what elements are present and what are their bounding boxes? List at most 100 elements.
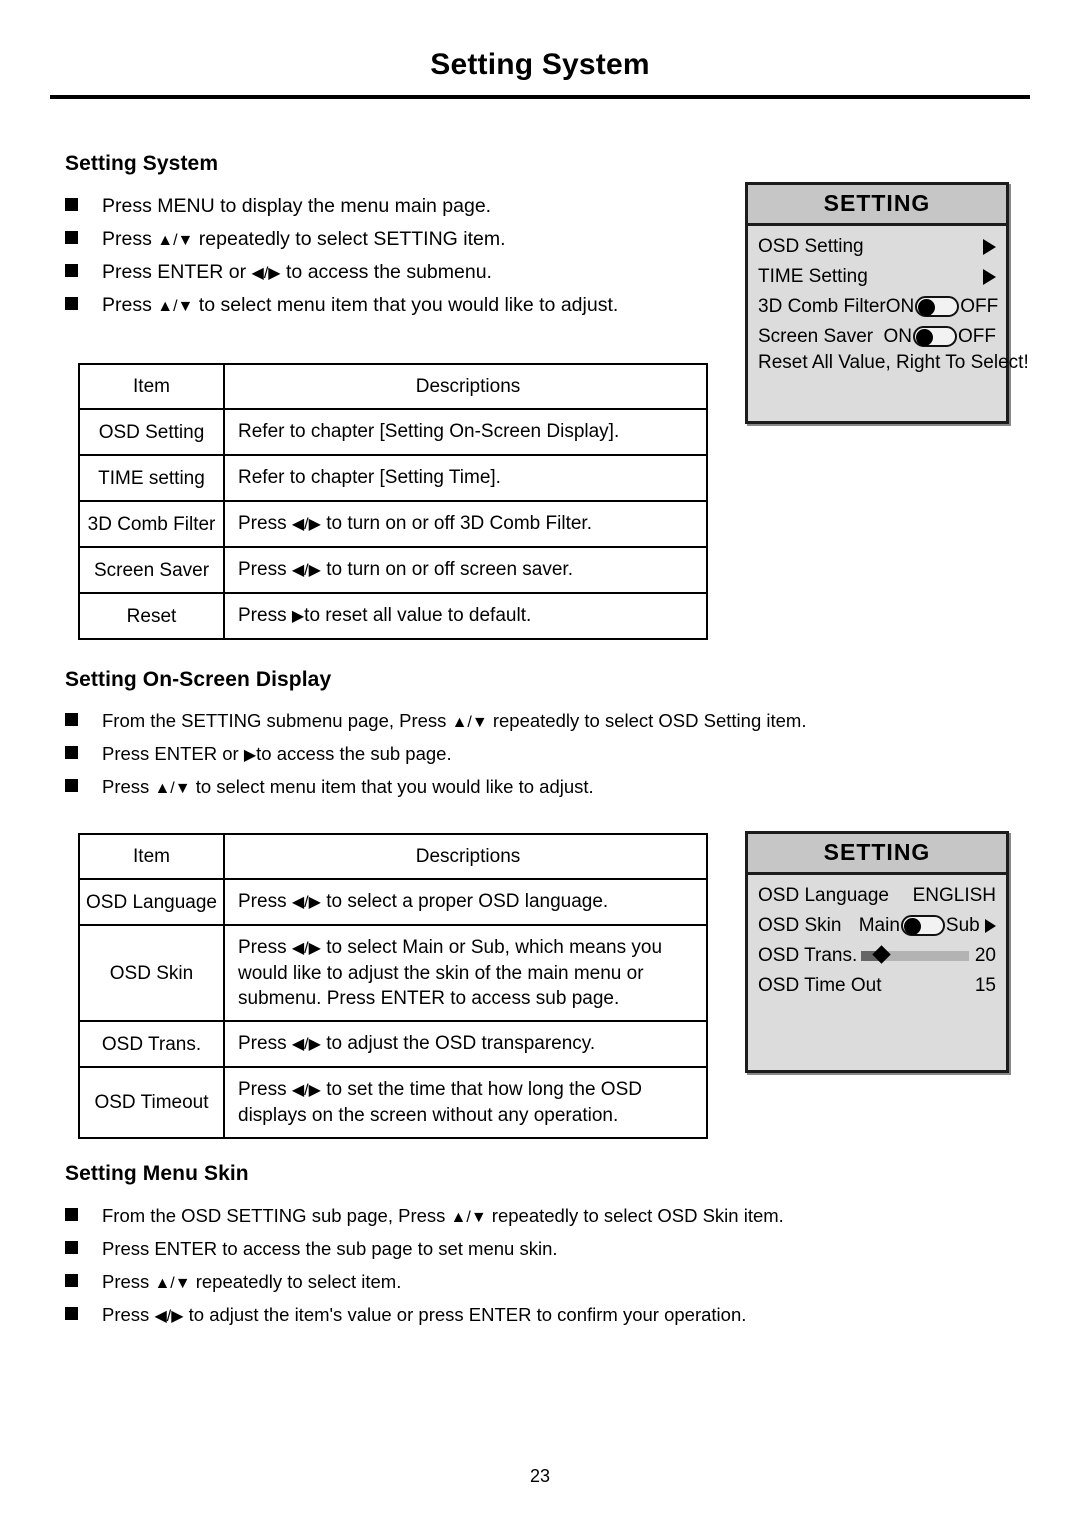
cell-item: TIME setting bbox=[78, 454, 225, 502]
osd-row-osd-time-out[interactable]: OSD Time Out 15 bbox=[758, 971, 996, 1001]
cell-description: Refer to chapter [Setting On-Screen Disp… bbox=[223, 408, 708, 456]
column-header-descriptions: Descriptions bbox=[223, 833, 708, 880]
table-row: OSD Skin Press ◀/▶ to select Main or Sub… bbox=[78, 924, 708, 1022]
dpad-glyph: ▲/▼ bbox=[451, 714, 488, 731]
cell-description: Press ◀/▶ to turn on or off 3D Comb Filt… bbox=[223, 500, 708, 548]
toggle-switch-screen-saver[interactable] bbox=[913, 326, 957, 348]
dpad-glyph: ▲/▼ bbox=[157, 298, 194, 315]
osd-row-value: 15 bbox=[974, 975, 996, 996]
toggle-switch-3d-comb-filter[interactable] bbox=[915, 296, 960, 318]
bullet-text: From the OSD SETTING sub page, Press ▲/▼… bbox=[102, 1205, 784, 1226]
bullet-item: Press ENTER or ▶to access the sub page. bbox=[65, 743, 806, 767]
bullet-square-icon bbox=[65, 1307, 78, 1320]
osd-row-value: 20 bbox=[974, 945, 996, 966]
osd-row-control: Main Sub bbox=[859, 915, 996, 937]
table-row: OSD Setting Refer to chapter [Setting On… bbox=[78, 408, 708, 456]
bullet-item: Press ENTER or ◀/▶ to access the submenu… bbox=[65, 261, 618, 285]
osd-row-osd-language[interactable]: OSD Language ENGLISH bbox=[758, 881, 996, 911]
toggle-on-label: ON bbox=[885, 296, 915, 317]
osd-row-osd-setting[interactable]: OSD Setting bbox=[758, 232, 996, 262]
table-osd-items: Item Descriptions OSD Language Press ◀/▶… bbox=[78, 833, 708, 1139]
bullet-item: From the SETTING submenu page, Press ▲/▼… bbox=[65, 710, 806, 734]
bullet-item: Press ▲/▼ repeatedly to select SETTING i… bbox=[65, 228, 618, 252]
running-header: Setting System bbox=[430, 48, 650, 81]
column-header-item: Item bbox=[78, 363, 225, 410]
table-row: TIME setting Refer to chapter [Setting T… bbox=[78, 454, 708, 502]
bullet-item: Press ▲/▼ to select menu item that you w… bbox=[65, 776, 806, 800]
cell-description: Press ◀/▶ to adjust the OSD transparency… bbox=[223, 1020, 708, 1068]
bullet-text: Press ▲/▼ repeatedly to select item. bbox=[102, 1271, 402, 1292]
bullet-text: Press ◀/▶ to adjust the item's value or … bbox=[102, 1304, 747, 1325]
bullet-item: Press ENTER to access the sub page to se… bbox=[65, 1238, 784, 1262]
right-arrow-icon bbox=[983, 268, 996, 285]
osd-row-label: OSD Trans. bbox=[758, 945, 858, 966]
dpad-glyph: ▶ bbox=[243, 747, 257, 764]
osd-row-time-setting[interactable]: TIME Setting bbox=[758, 262, 996, 292]
dpad-glyph: ▲/▼ bbox=[157, 232, 194, 249]
bullet-square-icon bbox=[65, 231, 78, 244]
toggle-off-label: OFF bbox=[958, 326, 996, 347]
osd-row-osd-trans[interactable]: OSD Trans. 20 bbox=[758, 941, 996, 971]
table-row: Reset Press ▶to reset all value to defau… bbox=[78, 592, 708, 640]
cell-item: Reset bbox=[78, 592, 225, 640]
bullet-list-setting-system: Press MENU to display the menu main page… bbox=[65, 195, 618, 327]
toggle-knob bbox=[918, 299, 936, 317]
bullet-item: Press ▲/▼ repeatedly to select item. bbox=[65, 1271, 784, 1295]
dpad-glyph: ◀/▶ bbox=[291, 516, 321, 533]
osd-row-label: OSD Skin bbox=[758, 915, 842, 936]
bullet-list-setting-osd: From the SETTING submenu page, Press ▲/▼… bbox=[65, 710, 806, 809]
cell-description: Refer to chapter [Setting Time]. bbox=[223, 454, 708, 502]
cell-description: Press ◀/▶ to select a proper OSD languag… bbox=[223, 878, 708, 926]
cell-item: OSD Timeout bbox=[78, 1066, 225, 1139]
bullet-square-icon bbox=[65, 297, 78, 310]
table-row: 3D Comb Filter Press ◀/▶ to turn on or o… bbox=[78, 500, 708, 548]
toggle-switch-osd-skin[interactable] bbox=[900, 915, 945, 937]
osd-title: SETTING bbox=[748, 185, 1006, 226]
bullet-text: Press ENTER to access the sub page to se… bbox=[102, 1238, 558, 1259]
table-row: OSD Trans. Press ◀/▶ to adjust the OSD t… bbox=[78, 1020, 708, 1068]
table-setting-items: Item Descriptions OSD Setting Refer to c… bbox=[78, 363, 708, 640]
bullet-item: Press MENU to display the menu main page… bbox=[65, 195, 618, 219]
dpad-glyph: ▶ bbox=[291, 608, 305, 625]
right-arrow-icon bbox=[985, 918, 996, 933]
osd-preview-setting-main: SETTING OSD Setting TIME Setting 3D Comb… bbox=[745, 182, 1029, 424]
bullet-item: Press ◀/▶ to adjust the item's value or … bbox=[65, 1304, 784, 1328]
cell-item: Screen Saver bbox=[78, 546, 225, 594]
table-row: Screen Saver Press ◀/▶ to turn on or off… bbox=[78, 546, 708, 594]
cell-description: Press ◀/▶ to set the time that how long … bbox=[223, 1066, 708, 1139]
osd-row-control: ON OFF bbox=[883, 326, 996, 348]
cell-item: OSD Language bbox=[78, 878, 225, 926]
osd-row-3d-comb-filter[interactable]: 3D Comb Filter ON OFF bbox=[758, 292, 998, 322]
cell-description: Press ◀/▶ to select Main or Sub, which m… bbox=[223, 924, 708, 1022]
osd-row-label: OSD Language bbox=[758, 885, 889, 906]
osd-body: OSD Setting TIME Setting 3D Comb Filter … bbox=[748, 226, 1029, 382]
section-heading-setting-system: Setting System bbox=[65, 152, 219, 175]
table-header-row: Item Descriptions bbox=[78, 363, 708, 410]
osd-row-label: TIME Setting bbox=[758, 266, 868, 287]
column-header-item: Item bbox=[78, 833, 225, 880]
bullet-square-icon bbox=[65, 1274, 78, 1287]
dpad-glyph: ◀/▶ bbox=[291, 894, 321, 911]
osd-row-label: OSD Setting bbox=[758, 236, 864, 257]
toggle-on-label: ON bbox=[883, 326, 913, 347]
manual-page: Setting System Setting System Press MENU… bbox=[0, 0, 1080, 1527]
bullet-square-icon bbox=[65, 264, 78, 277]
bullet-text: From the SETTING submenu page, Press ▲/▼… bbox=[102, 710, 807, 731]
column-header-descriptions: Descriptions bbox=[223, 363, 708, 410]
slider-osd-trans[interactable] bbox=[861, 945, 969, 964]
osd-row-screen-saver[interactable]: Screen Saver ON OFF bbox=[758, 322, 996, 352]
osd-row-control: ON OFF bbox=[885, 296, 998, 318]
osd-row-reset[interactable]: Reset All Value, Right To Select! bbox=[758, 352, 1029, 382]
osd-row-osd-skin[interactable]: OSD Skin Main Sub bbox=[758, 911, 996, 941]
dpad-glyph: ◀/▶ bbox=[291, 562, 321, 579]
right-arrow-icon bbox=[983, 238, 996, 255]
cell-description: Press ◀/▶ to turn on or off screen saver… bbox=[223, 546, 708, 594]
bullet-text: Press MENU to display the menu main page… bbox=[102, 195, 492, 217]
bullet-square-icon bbox=[65, 746, 78, 759]
toggle-knob bbox=[916, 329, 933, 347]
dpad-glyph: ▲/▼ bbox=[154, 1275, 191, 1292]
bullet-text: Press ENTER or ◀/▶ to access the submenu… bbox=[102, 261, 492, 283]
bullet-item: From the OSD SETTING sub page, Press ▲/▼… bbox=[65, 1205, 784, 1229]
table-row: OSD Language Press ◀/▶ to select a prope… bbox=[78, 878, 708, 926]
dpad-glyph: ◀/▶ bbox=[291, 1036, 321, 1053]
